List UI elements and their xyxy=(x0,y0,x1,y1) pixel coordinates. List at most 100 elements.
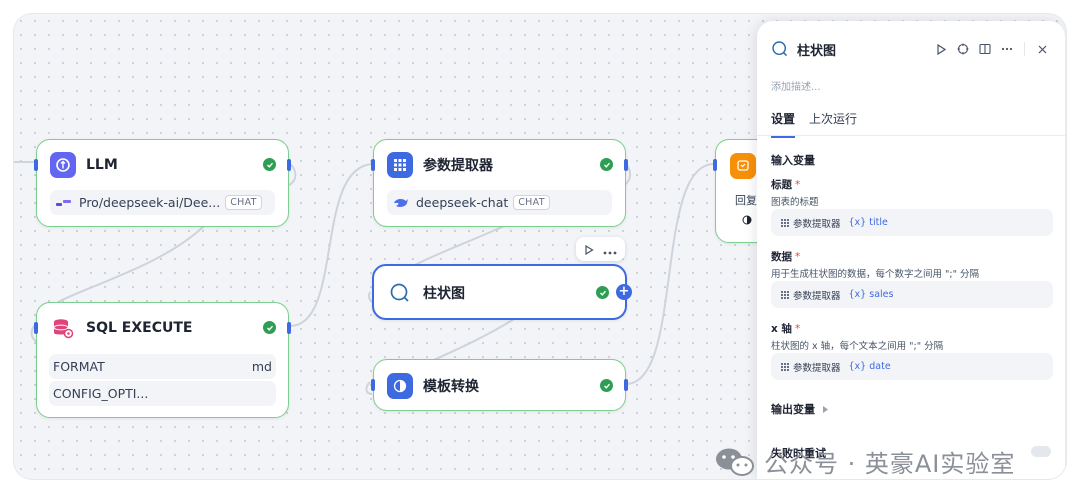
node-param-title: 参数提取器 xyxy=(423,158,493,174)
bar-chart-tool-icon xyxy=(771,40,789,58)
tab-last-run[interactable]: 上次运行 xyxy=(809,110,857,138)
node-template-header: 模板转换 xyxy=(387,373,613,399)
input-label-text: x 轴 xyxy=(771,323,792,335)
watermark-text: 公众号 · 英豪AI实验室 xyxy=(764,450,1016,478)
run-node-icon[interactable] xyxy=(584,240,594,259)
bar-chart-tool-icon xyxy=(387,280,413,306)
panel-description-input[interactable]: 添加描述... xyxy=(771,78,821,93)
node-sql-output-handle[interactable] xyxy=(287,322,291,334)
input-value-data[interactable]: 参数提取器 {x} sales xyxy=(771,281,1053,308)
caret-right-icon xyxy=(822,403,828,416)
required-marker: * xyxy=(794,323,801,335)
input-source-node: 参数提取器 xyxy=(793,290,841,302)
panel-header: 柱状图 xyxy=(771,37,1053,61)
provider-logo-icon xyxy=(56,198,72,208)
book-docs-icon[interactable] xyxy=(974,38,996,60)
watermark: 公众号 · 英豪AI实验室 xyxy=(714,444,1015,479)
node-bar-header: 柱状图 xyxy=(387,280,613,306)
more-options-icon[interactable] xyxy=(603,240,617,259)
panel-title: 柱状图 xyxy=(797,43,837,59)
node-template-transform[interactable]: 模板转换 xyxy=(371,359,628,411)
param-extractor-mini-icon xyxy=(781,290,789,299)
template-transform-icon xyxy=(387,373,413,399)
answer-half-circle-icon xyxy=(742,210,752,229)
edge-template-answer xyxy=(625,163,715,385)
close-icon[interactable] xyxy=(1031,38,1053,60)
param-extractor-mini-icon xyxy=(781,218,789,227)
required-marker: * xyxy=(795,179,801,191)
input-hint-title: 图表的标题 xyxy=(771,197,819,208)
node-sql-execute[interactable]: SQL EXECUTE FORMAT md CONFIG_OPTI... xyxy=(34,302,291,418)
node-sql-param-key: FORMAT xyxy=(53,359,105,374)
wechat-logo-icon xyxy=(714,446,756,478)
success-check-icon xyxy=(600,158,613,171)
success-check-icon xyxy=(596,286,609,299)
node-sql-param-row[interactable]: CONFIG_OPTI... xyxy=(49,381,276,406)
node-llm-header: LLM xyxy=(50,152,276,178)
node-llm-title: LLM xyxy=(86,157,118,173)
input-hint-x-axis: 柱状图的 x 轴，每个文本之间用 ";" 分隔 xyxy=(771,341,944,352)
input-variable-ref: {x} date xyxy=(849,361,891,372)
input-label-x-axis: x 轴 * xyxy=(771,321,800,336)
variable-name: date xyxy=(869,361,891,372)
more-options-icon[interactable] xyxy=(996,38,1018,60)
node-bar-title: 柱状图 xyxy=(423,286,465,302)
variable-prefix: {x} xyxy=(848,289,867,300)
input-label-title: 标题 * xyxy=(771,177,800,192)
node-llm-model: Pro/deepseek-ai/Dee... xyxy=(79,195,221,210)
add-next-node-button[interactable]: + xyxy=(616,284,632,300)
output-variables-toggle[interactable]: 输出变量 xyxy=(771,401,828,417)
node-param-output-handle[interactable] xyxy=(624,159,628,171)
node-param-header: 参数提取器 xyxy=(387,152,613,178)
node-bar-chart[interactable]: 柱状图 xyxy=(372,264,627,320)
param-extractor-icon xyxy=(387,152,413,178)
node-answer-label: 回复 xyxy=(735,194,757,207)
input-source-node: 参数提取器 xyxy=(793,362,841,374)
success-check-icon xyxy=(263,158,276,171)
input-variables-heading: 输入变量 xyxy=(771,154,815,167)
run-node-icon[interactable] xyxy=(930,38,952,60)
node-template-output-handle[interactable] xyxy=(624,379,628,391)
node-settings-panel: 柱状图 添加描述... 设置 上次运行 输入变量 标题 * 图表的标题 参数提取器… xyxy=(757,21,1065,479)
database-icon xyxy=(50,315,76,341)
workflow-canvas[interactable]: LLM Pro/deepseek-ai/Dee... CHAT 参数提取器 de… xyxy=(14,14,1066,479)
panel-tabs: 设置 上次运行 xyxy=(771,110,871,138)
answer-icon xyxy=(730,153,756,179)
param-extractor-mini-icon xyxy=(781,362,789,371)
node-sql-input-handle[interactable] xyxy=(34,322,38,334)
success-check-icon xyxy=(600,379,613,392)
input-variable-ref: {x} title xyxy=(849,217,888,228)
node-llm-model-row[interactable]: Pro/deepseek-ai/Dee... CHAT xyxy=(50,190,275,215)
node-param-input-handle[interactable] xyxy=(371,159,375,171)
node-sql-header: SQL EXECUTE xyxy=(50,315,276,341)
node-sql-title: SQL EXECUTE xyxy=(86,320,193,336)
success-check-icon xyxy=(263,321,276,334)
retry-toggle[interactable] xyxy=(1031,446,1051,457)
variable-name: title xyxy=(869,217,888,228)
variable-name: sales xyxy=(869,289,894,300)
node-llm-output-handle[interactable] xyxy=(287,159,291,171)
panel-actions xyxy=(930,38,1053,60)
tab-settings[interactable]: 设置 xyxy=(771,110,796,138)
llm-icon xyxy=(50,152,76,178)
target-locate-icon[interactable] xyxy=(952,38,974,60)
edge-sql-param xyxy=(289,163,375,327)
node-toolbar xyxy=(576,237,625,261)
node-sql-param-value: md xyxy=(251,359,272,374)
node-param-chip: CHAT xyxy=(513,195,550,210)
node-param-extractor[interactable]: 参数提取器 deepseek-chat CHAT xyxy=(371,139,628,227)
node-sql-param-row[interactable]: FORMAT md xyxy=(49,354,276,379)
node-template-input-handle[interactable] xyxy=(371,379,375,391)
input-source-node: 参数提取器 xyxy=(793,218,841,230)
node-template-title: 模板转换 xyxy=(423,379,479,395)
node-llm[interactable]: LLM Pro/deepseek-ai/Dee... CHAT xyxy=(34,139,291,227)
panel-header-divider xyxy=(1024,42,1025,56)
deepseek-whale-icon xyxy=(393,197,409,209)
node-param-model-row[interactable]: deepseek-chat CHAT xyxy=(387,190,612,215)
variable-prefix: {x} xyxy=(848,217,867,228)
input-hint-data: 用于生成柱状图的数据，每个数字之间用 ";" 分隔 xyxy=(771,269,979,280)
node-llm-input-handle[interactable] xyxy=(34,159,38,171)
input-value-title[interactable]: 参数提取器 {x} title xyxy=(771,209,1053,236)
input-value-x-axis[interactable]: 参数提取器 {x} date xyxy=(771,353,1053,380)
node-answer-input-handle[interactable] xyxy=(713,159,717,171)
